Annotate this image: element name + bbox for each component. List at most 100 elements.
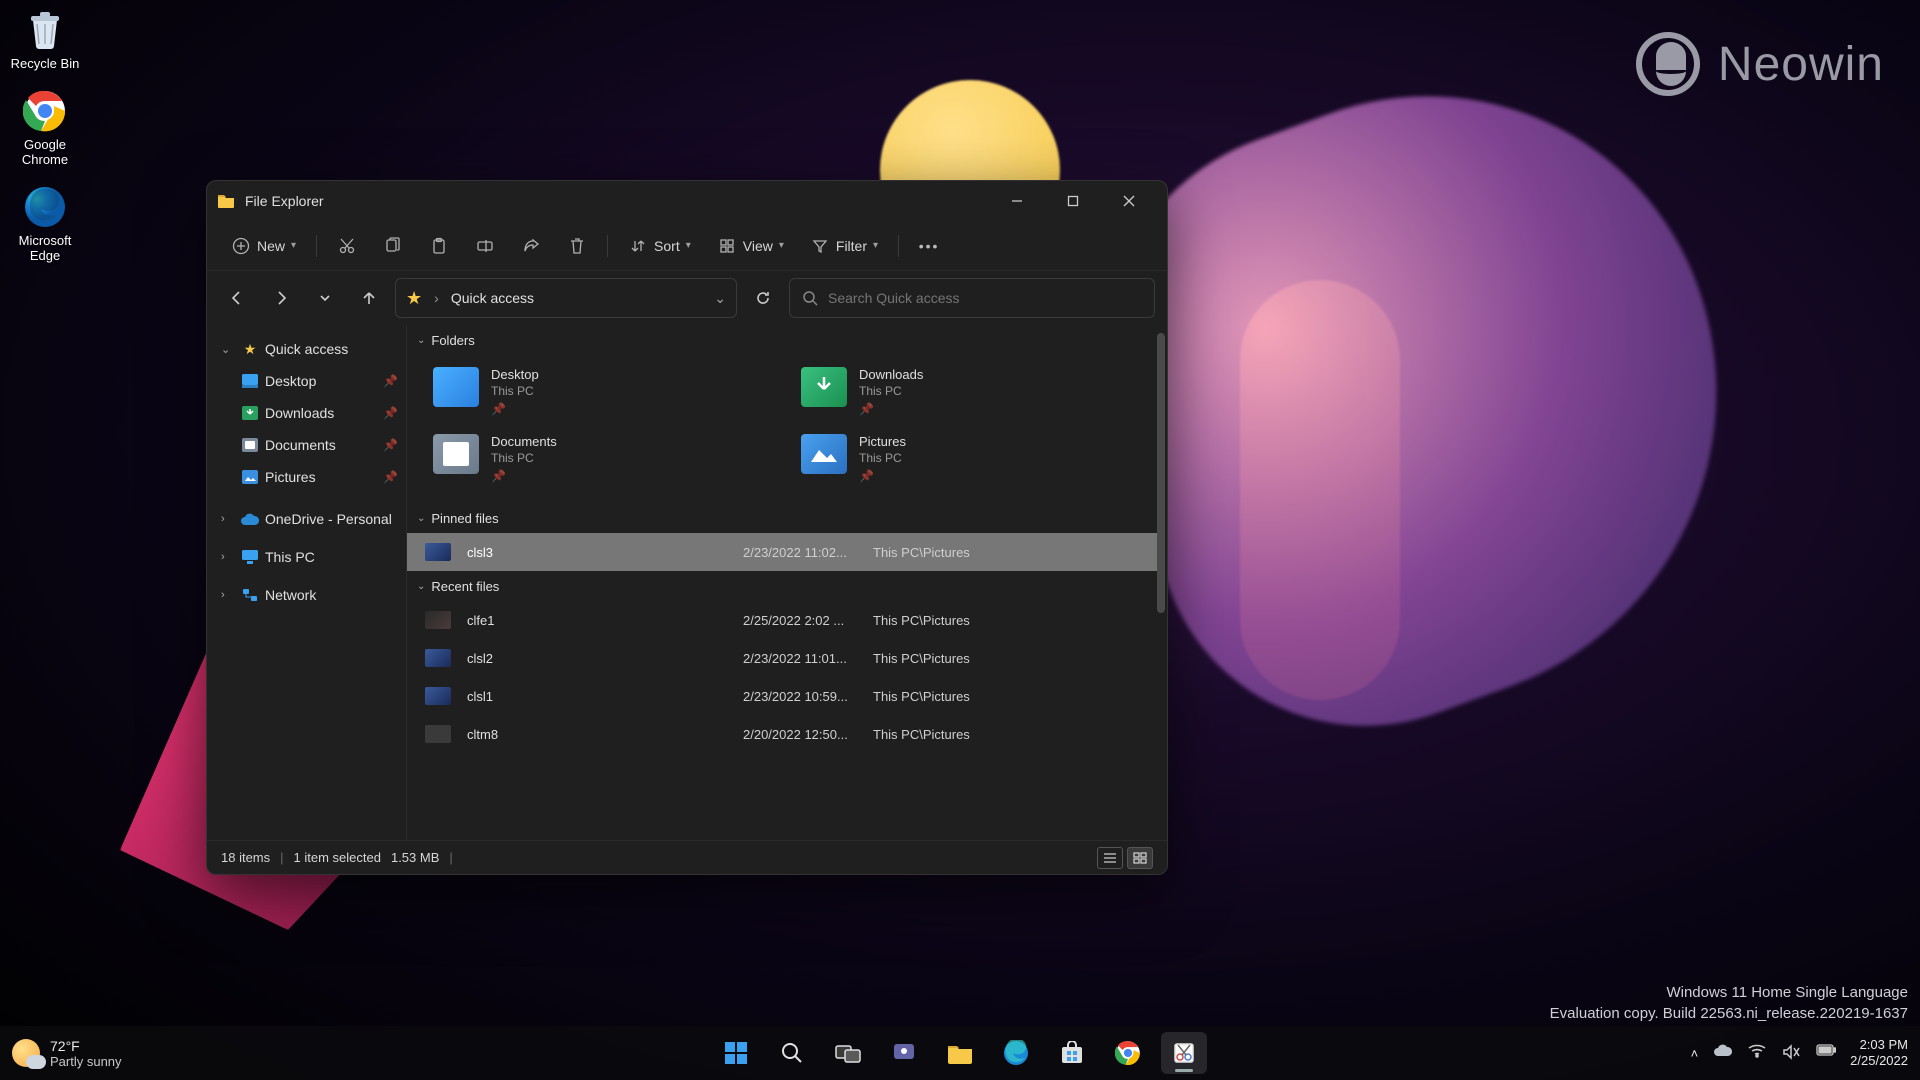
edge-icon [23,185,67,229]
file-name: clfe1 [467,613,743,628]
sidebar-item-this-pc[interactable]: › This PC [207,541,406,573]
ellipsis-icon: ••• [919,236,939,256]
desktop-icon-chrome[interactable]: Google Chrome [2,89,88,167]
back-button[interactable] [219,280,255,316]
desktop-icon-recycle-bin[interactable]: Recycle Bin [2,8,88,71]
plus-circle-icon [231,236,251,256]
file-thumbnail-icon [425,687,451,705]
chevron-down-icon: ▾ [686,240,691,251]
thumbnails-view-toggle[interactable] [1127,847,1153,869]
taskbar-chat-button[interactable] [881,1032,927,1074]
weather-desc: Partly sunny [50,1054,122,1069]
toolbar-separator [898,235,899,257]
chevron-down-icon: ⌄ [417,335,425,346]
rename-button[interactable] [465,228,505,264]
recent-locations-button[interactable] [307,280,343,316]
share-icon [521,236,541,256]
scrollbar[interactable] [1157,333,1165,613]
start-button[interactable] [713,1032,759,1074]
sidebar-item-downloads[interactable]: Downloads 📌 [207,397,406,429]
status-item-count: 18 items [221,850,270,865]
section-header-folders[interactable]: ⌄ Folders [407,325,1163,355]
taskbar-edge[interactable] [993,1032,1039,1074]
taskbar-search-button[interactable] [769,1032,815,1074]
cut-button[interactable] [327,228,367,264]
share-button[interactable] [511,228,551,264]
network-icon [241,586,259,604]
sidebar-item-desktop[interactable]: Desktop 📌 [207,365,406,397]
search-bar[interactable] [789,278,1155,318]
pin-icon: 📌 [383,374,398,388]
sidebar-item-onedrive[interactable]: › OneDrive - Personal [207,503,406,535]
taskbar: 72°F Partly sunny ˄ 2:03 PM 2/25/2022 [0,1026,1920,1080]
file-row[interactable]: clfe1 2/25/2022 2:02 ... This PC\Picture… [407,601,1163,639]
sidebar-item-label: Desktop [265,373,316,389]
volume-icon[interactable] [1782,1044,1800,1062]
sort-button[interactable]: Sort ▾ [618,228,701,264]
taskbar-weather-widget[interactable]: 72°F Partly sunny [12,1038,122,1069]
nav-bar: ★ › Quick access ⌄ [207,271,1167,325]
minimize-button[interactable] [989,181,1045,221]
filter-button[interactable]: Filter ▾ [800,228,888,264]
task-view-button[interactable] [825,1032,871,1074]
chevron-down-icon[interactable]: ⌄ [714,290,726,307]
view-button[interactable]: View ▾ [707,228,794,264]
section-header-pinned[interactable]: ⌄ Pinned files [407,503,1163,533]
taskbar-clock[interactable]: 2:03 PM 2/25/2022 [1850,1037,1908,1068]
folder-card-downloads[interactable]: Downloads This PC 📌 [795,361,1143,422]
copy-button[interactable] [373,228,413,264]
folder-sub: This PC [491,384,539,398]
sidebar-item-label: OneDrive - Personal [265,511,392,527]
clock-time: 2:03 PM [1850,1037,1908,1053]
section-title: Folders [431,333,474,348]
new-label: New [257,238,285,254]
section-header-recent[interactable]: ⌄ Recent files [407,571,1163,601]
status-bar: 18 items | 1 item selected 1.53 MB | [207,840,1167,874]
folder-card-desktop[interactable]: Desktop This PC 📌 [427,361,775,422]
window-titlebar[interactable]: File Explorer [207,181,1167,221]
sidebar-item-pictures[interactable]: Pictures 📌 [207,461,406,493]
sort-label: Sort [654,238,680,254]
details-view-toggle[interactable] [1097,847,1123,869]
folder-name: Documents [491,434,557,449]
forward-button[interactable] [263,280,299,316]
onedrive-tray-icon[interactable] [1714,1044,1732,1062]
documents-folder-icon [433,434,479,474]
pin-icon: 📌 [859,402,923,416]
folder-card-documents[interactable]: Documents This PC 📌 [427,428,775,489]
taskbar-file-explorer[interactable] [937,1032,983,1074]
tray-overflow-button[interactable]: ˄ [1691,1046,1699,1061]
chevron-right-icon: › [221,513,235,525]
sidebar-item-quick-access[interactable]: ⌄ ★ Quick access [207,333,406,365]
documents-folder-icon [241,436,259,454]
section-title: Pinned files [431,511,498,526]
file-row[interactable]: clsl3 2/23/2022 11:02... This PC\Picture… [407,533,1163,571]
neowin-logo-icon [1636,32,1700,96]
wifi-icon[interactable] [1748,1044,1766,1062]
maximize-button[interactable] [1045,181,1101,221]
taskbar-snipping-tool[interactable] [1161,1032,1207,1074]
content-area: ⌄ Folders Desktop This PC 📌 [407,325,1167,840]
more-button[interactable]: ••• [909,228,949,264]
rename-icon [475,236,495,256]
sidebar-item-documents[interactable]: Documents 📌 [207,429,406,461]
taskbar-store[interactable] [1049,1032,1095,1074]
new-button[interactable]: New ▾ [221,228,306,264]
refresh-button[interactable] [745,280,781,316]
folder-card-pictures[interactable]: Pictures This PC 📌 [795,428,1143,489]
up-button[interactable] [351,280,387,316]
status-size: 1.53 MB [391,850,439,865]
file-row[interactable]: clsl2 2/23/2022 11:01... This PC\Picture… [407,639,1163,677]
sidebar-item-network[interactable]: › Network [207,579,406,611]
search-input[interactable] [828,290,1142,306]
weather-temp: 72°F [50,1038,122,1054]
taskbar-chrome[interactable] [1105,1032,1151,1074]
close-button[interactable] [1101,181,1157,221]
desktop-icon-edge[interactable]: Microsoft Edge [2,185,88,263]
address-bar[interactable]: ★ › Quick access ⌄ [395,278,737,318]
delete-button[interactable] [557,228,597,264]
file-row[interactable]: clsl1 2/23/2022 10:59... This PC\Picture… [407,677,1163,715]
paste-button[interactable] [419,228,459,264]
battery-icon[interactable] [1816,1044,1834,1062]
file-row[interactable]: cltm8 2/20/2022 12:50... This PC\Picture… [407,715,1163,753]
